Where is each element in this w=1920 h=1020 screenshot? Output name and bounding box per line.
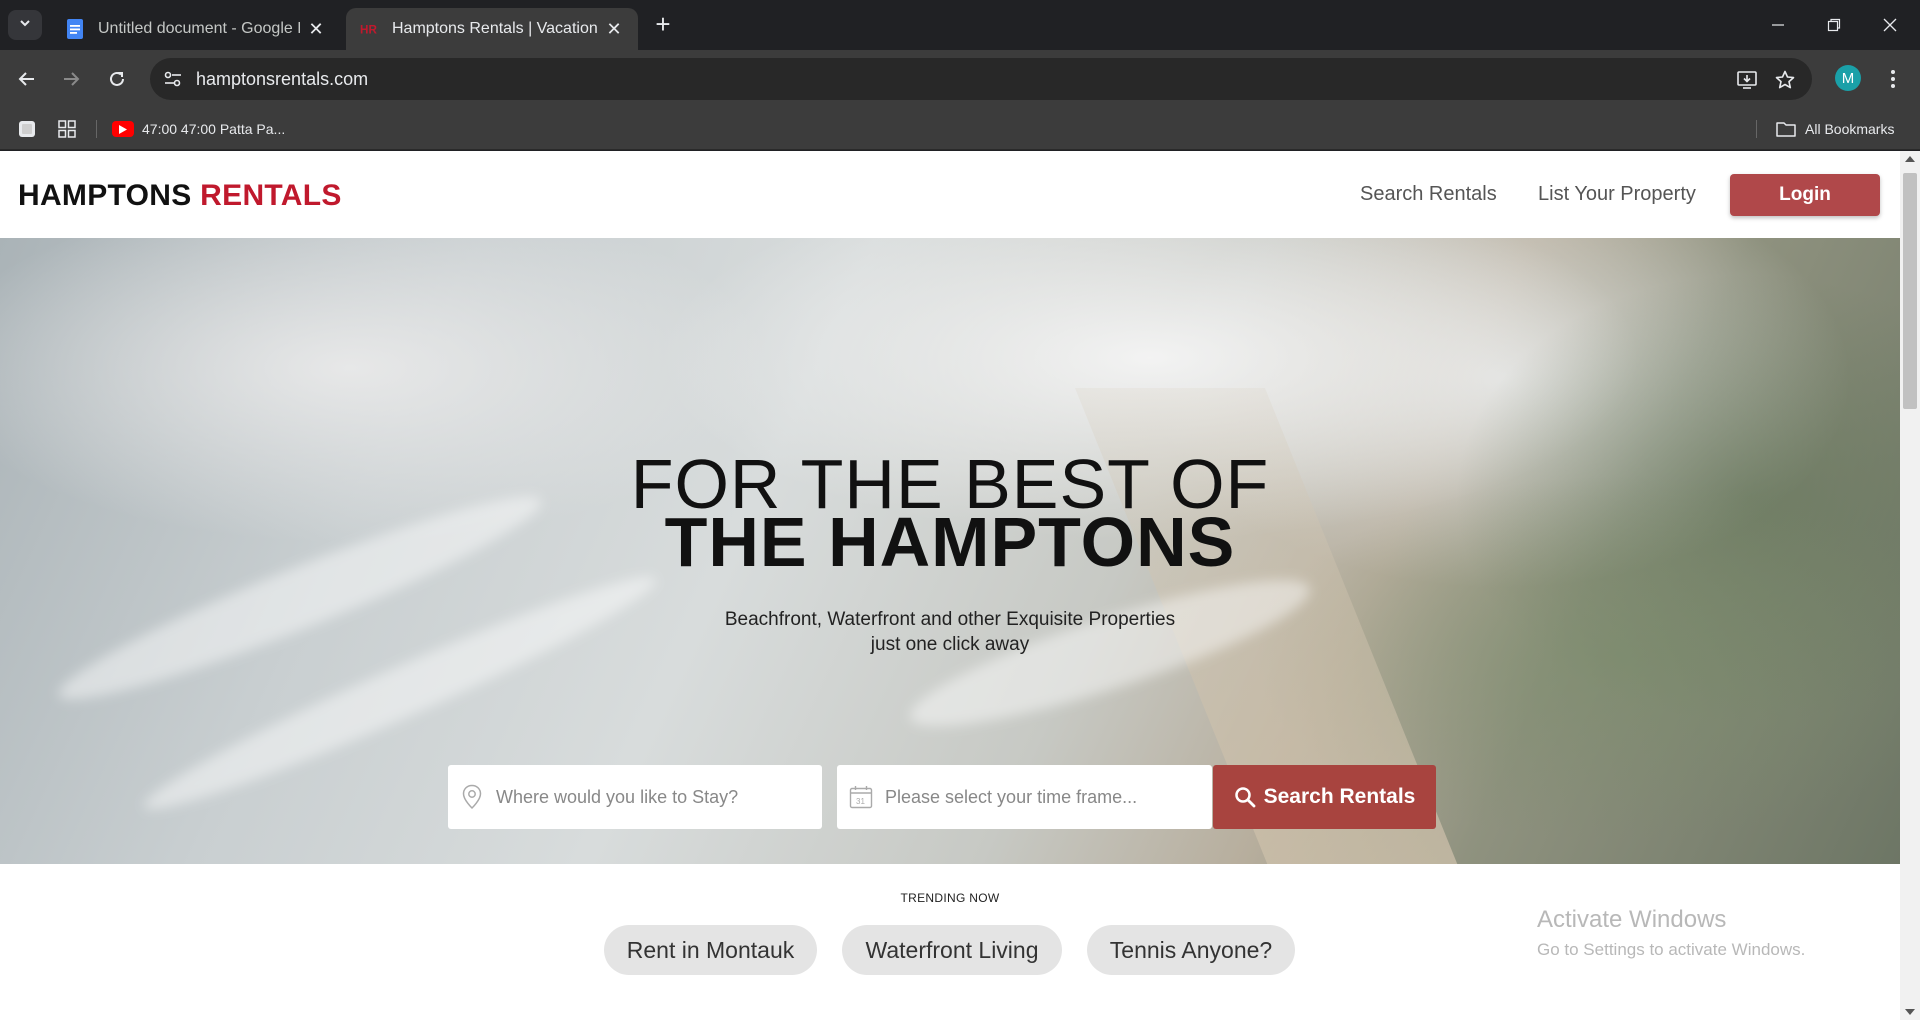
url-text[interactable]: hamptonsrentals.com	[196, 69, 368, 90]
search-button-label: Search Rentals	[1263, 785, 1416, 808]
login-button[interactable]: Login	[1730, 174, 1880, 216]
nav-search-rentals[interactable]: Search Rentals	[1360, 183, 1497, 206]
calendar-day-number: 31	[856, 797, 865, 806]
page-viewport: HAMPTONS RENTALS Search Rentals List You…	[0, 151, 1900, 1020]
activate-windows-title: Activate Windows	[1537, 906, 1727, 933]
map-pin-icon	[448, 765, 496, 829]
site-logo[interactable]: HAMPTONS RENTALS	[18, 179, 342, 213]
tab-strip: Untitled document - Google Docs ✕ HR Ham…	[0, 0, 1920, 50]
browser-toolbar: hamptonsrentals.com M	[0, 50, 1920, 108]
arrow-right-icon	[64, 72, 80, 86]
tab-hamptons-rentals[interactable]: HR Hamptons Rentals | Vacation Rentals ✕	[346, 8, 638, 50]
address-bar[interactable]: hamptonsrentals.com	[150, 58, 1812, 100]
install-app-icon[interactable]	[1734, 67, 1760, 93]
bookmarks-bar: 47:00 47:00 Patta Pa... All Bookmarks	[0, 108, 1920, 150]
tab-title: Hamptons Rentals | Vacation Rentals	[392, 20, 598, 37]
page-scrollbar[interactable]	[1900, 151, 1920, 1020]
bookmark-label: 47:00 47:00 Patta Pa...	[142, 121, 286, 137]
reload-icon	[110, 71, 124, 86]
hero-banner: FOR THE BEST OF THE HAMPTONS Beachfront,…	[0, 238, 1900, 864]
profile-avatar[interactable]: M	[1835, 65, 1861, 91]
folder-icon	[1776, 121, 1796, 137]
more-menu-icon[interactable]	[1880, 64, 1906, 94]
calendar-icon: 31	[837, 765, 885, 829]
bookmark-separator	[96, 120, 97, 138]
trending-pill-tennis[interactable]: Tennis Anyone?	[1087, 925, 1295, 975]
all-bookmarks-button[interactable]: All Bookmarks	[1776, 118, 1894, 140]
date-input[interactable]	[885, 786, 1165, 808]
trending-pill-montauk[interactable]: Rent in Montauk	[604, 925, 817, 975]
reload-button[interactable]	[102, 64, 132, 94]
hamptons-rentals-favicon: HR	[360, 19, 378, 39]
apps-grid-icon[interactable]	[56, 118, 78, 140]
close-tab-icon[interactable]: ✕	[604, 19, 624, 39]
logo-text-rentals: RENTALS	[200, 179, 342, 212]
chevron-down-icon	[18, 16, 32, 35]
trending-pill-waterfront[interactable]: Waterfront Living	[842, 925, 1062, 975]
activate-windows-watermark: Activate Windows Go to Settings to activ…	[1537, 906, 1805, 960]
location-input[interactable]	[496, 786, 776, 808]
close-tab-icon[interactable]: ✕	[306, 19, 326, 39]
restore-button[interactable]	[1806, 0, 1862, 50]
scroll-thumb[interactable]	[1903, 173, 1917, 409]
all-bookmarks-label: All Bookmarks	[1805, 121, 1895, 137]
new-tab-button[interactable]: +	[650, 11, 676, 38]
google-docs-icon	[66, 19, 84, 39]
scroll-up-arrow-icon[interactable]	[1905, 156, 1915, 162]
hero-subtitle-line2: just one click away	[870, 634, 1030, 655]
hero-subtitle-line1: Beachfront, Waterfront and other Exquisi…	[724, 609, 1176, 630]
activate-windows-subtitle: Go to Settings to activate Windows.	[1537, 940, 1806, 959]
search-icon	[1234, 786, 1256, 808]
forward-button[interactable]	[56, 64, 86, 94]
close-window-button[interactable]	[1862, 0, 1918, 50]
minimize-button[interactable]	[1750, 0, 1806, 50]
search-rentals-button[interactable]: Search Rentals	[1213, 765, 1436, 829]
hero-title-line2: THE HAMPTONS	[664, 503, 1236, 581]
scroll-down-arrow-icon[interactable]	[1905, 1009, 1915, 1015]
youtube-icon	[112, 121, 134, 137]
site-header: HAMPTONS RENTALS Search Rentals List You…	[0, 151, 1900, 238]
logo-text-hamptons: HAMPTONS	[18, 179, 192, 212]
arrow-left-icon	[18, 72, 34, 86]
svg-text:HR: HR	[360, 24, 377, 37]
nav-list-your-property[interactable]: List Your Property	[1538, 183, 1696, 206]
trending-label: TRENDING NOW	[900, 891, 1000, 905]
back-button[interactable]	[12, 64, 42, 94]
site-info-icon[interactable]	[160, 66, 186, 92]
bookmark-separator	[1756, 120, 1757, 138]
location-field[interactable]	[448, 765, 822, 829]
square-app-icon[interactable]	[16, 118, 38, 140]
tab-search-button[interactable]	[8, 10, 42, 40]
bookmark-star-icon[interactable]	[1772, 67, 1798, 93]
bookmark-youtube-item[interactable]: 47:00 47:00 Patta Pa...	[112, 118, 285, 140]
tab-google-docs[interactable]: Untitled document - Google Docs ✕	[52, 8, 340, 50]
date-field[interactable]: 31	[837, 765, 1212, 829]
tab-title: Untitled document - Google Docs	[98, 20, 300, 37]
